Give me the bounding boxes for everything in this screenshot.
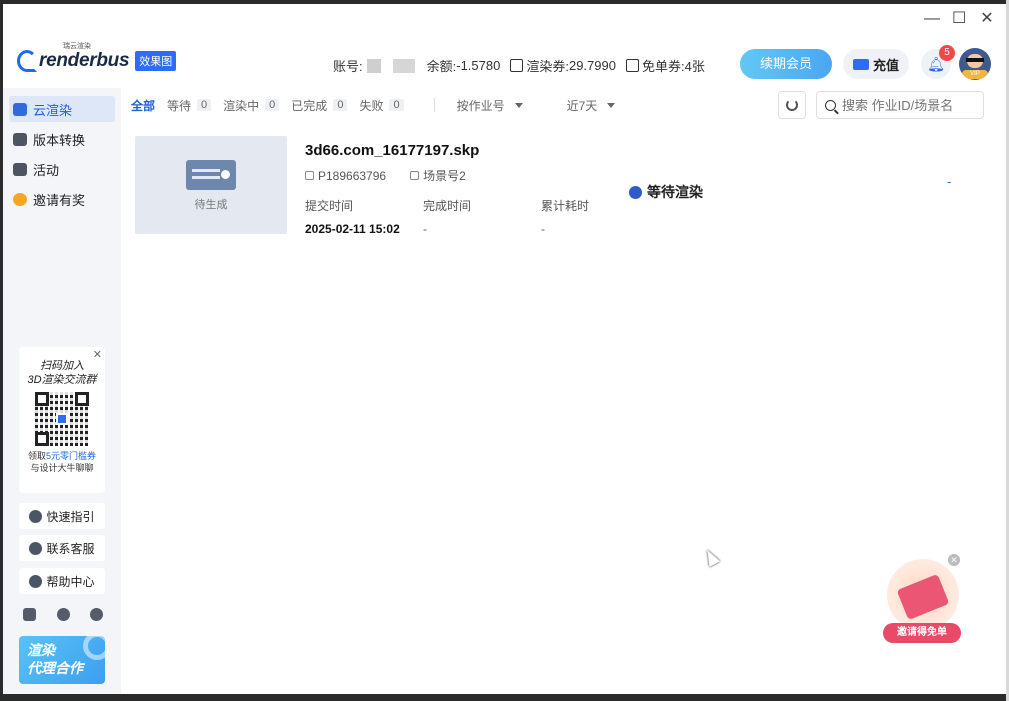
help-center-button[interactable]: 帮助中心 [19, 568, 105, 594]
chevron-down-icon [607, 102, 616, 108]
help-icon [29, 574, 43, 588]
logo-subtitle: 瑞云渲染 [63, 43, 91, 50]
product-tag: 效果图 [135, 51, 177, 71]
avatar[interactable]: VIP [959, 48, 991, 80]
clock-icon [629, 185, 642, 199]
sidebar-item-version-convert[interactable]: 版本转换 [9, 126, 115, 152]
briefcase-icon [13, 132, 27, 146]
free-voucher: 免单券: 4张 [625, 56, 705, 75]
recharge-button[interactable]: 充值 [843, 49, 909, 79]
notification-badge: 5 [939, 45, 955, 61]
date-range-dropdown[interactable]: 近7天 [567, 97, 616, 114]
card-icon [852, 58, 869, 70]
ticket-icon [625, 59, 639, 72]
renew-vip-button[interactable]: 续期会员 [740, 49, 832, 79]
app-window: — ☐ ✕ 瑞云渲染 renderbus 效果图 账号: 余额: -1.5780… [3, 4, 1006, 694]
voucher-icon [510, 59, 524, 72]
sort-dropdown[interactable]: 按作业号 [457, 97, 523, 114]
maximize-icon[interactable]: ☐ [952, 11, 966, 27]
submit-time: 2025-02-11 15:02 [305, 222, 400, 236]
tab-rendering[interactable]: 渲染中 0 [223, 97, 280, 114]
notification-button[interactable]: 🔔︎ 5 [921, 45, 955, 79]
invite-gift-widget[interactable]: 邀请得免单 [881, 559, 965, 649]
tab-failed[interactable]: 失败 0 [359, 97, 404, 114]
qr-promo-card: ✕ 扫码加入 3D渲染交流群 领取5元零门槛券 与设计大牛聊聊 [19, 347, 105, 493]
sidebar-item-cloud-render[interactable]: 云渲染 [9, 96, 115, 122]
header: 瑞云渲染 renderbus 效果图 账号: 余额: -1.5780 渲染券: … [3, 40, 1006, 88]
job-status: 等待渲染 [629, 182, 703, 202]
vip-badge: VIP [962, 70, 988, 79]
sidebar: 云渲染 版本转换 活动 邀请有奖 ✕ 扫码加入 3D渲染交流群 领取5元零门槛券… [3, 88, 121, 694]
search-icon [825, 99, 836, 111]
search-input[interactable] [842, 97, 972, 113]
copy-icon[interactable] [305, 171, 314, 180]
account-label: 账号: [333, 59, 363, 74]
job-times: 提交时间 2025-02-11 15:02 完成时间 - 累计耗时 - [305, 197, 659, 236]
gear-icon[interactable] [90, 608, 103, 621]
tab-completed[interactable]: 已完成 0 [291, 97, 348, 114]
tab-all[interactable]: 全部 [131, 97, 155, 114]
headset-icon [29, 541, 43, 555]
gift-icon [13, 192, 27, 206]
sidebar-item-activity[interactable]: 活动 [9, 156, 115, 182]
qr-code [35, 392, 89, 446]
close-icon[interactable]: ✕ [948, 554, 960, 566]
close-icon[interactable]: ✕ [93, 348, 102, 361]
complete-time: - [423, 222, 427, 236]
divider [433, 98, 435, 112]
image-placeholder-icon [186, 160, 236, 190]
render-voucher: 渲染券: 29.7990 [510, 56, 616, 75]
job-row[interactable]: 待生成 3d66.com_16177197.skp P189663796 场景号… [135, 136, 995, 236]
tab-waiting[interactable]: 等待 0 [167, 97, 212, 114]
search-box[interactable] [816, 91, 984, 119]
account-redacted-2 [392, 58, 415, 73]
close-icon[interactable]: ✕ [980, 11, 994, 27]
camera-icon [410, 171, 420, 180]
cloud-icon [13, 102, 27, 116]
refresh-button[interactable] [778, 91, 806, 119]
renderbus-logo-icon [17, 50, 37, 72]
minimize-icon[interactable]: — [924, 11, 940, 27]
user-icon [13, 162, 27, 176]
chevron-down-icon [514, 102, 523, 108]
logo-brand: renderbus [39, 50, 130, 71]
job-progress: - [947, 174, 952, 189]
job-meta: P189663796 场景号2 [305, 167, 466, 184]
logo: 瑞云渲染 renderbus 效果图 [17, 43, 177, 76]
sidebar-tools [23, 608, 103, 621]
link-icon[interactable] [56, 608, 70, 621]
compass-icon [29, 509, 43, 523]
agent-partner-banner[interactable]: 渲染 代理合作 [19, 636, 105, 684]
account-redacted [366, 58, 381, 73]
document-icon[interactable] [23, 608, 36, 621]
job-thumbnail: 待生成 [135, 136, 287, 234]
contact-support-button[interactable]: 联系客服 [19, 535, 105, 561]
sidebar-item-invite[interactable]: 邀请有奖 [9, 186, 115, 212]
job-name: 3d66.com_16177197.skp [305, 142, 480, 159]
account-info: 账号: 余额: -1.5780 渲染券: 29.7990 免单券: 4张 [333, 56, 715, 75]
quick-guide-button[interactable]: 快速指引 [19, 503, 105, 529]
window-controls: — ☐ ✕ [924, 11, 994, 27]
elapsed-time: - [541, 222, 545, 236]
balance: 余额: -1.5780 [426, 58, 501, 74]
refresh-icon [786, 99, 798, 111]
